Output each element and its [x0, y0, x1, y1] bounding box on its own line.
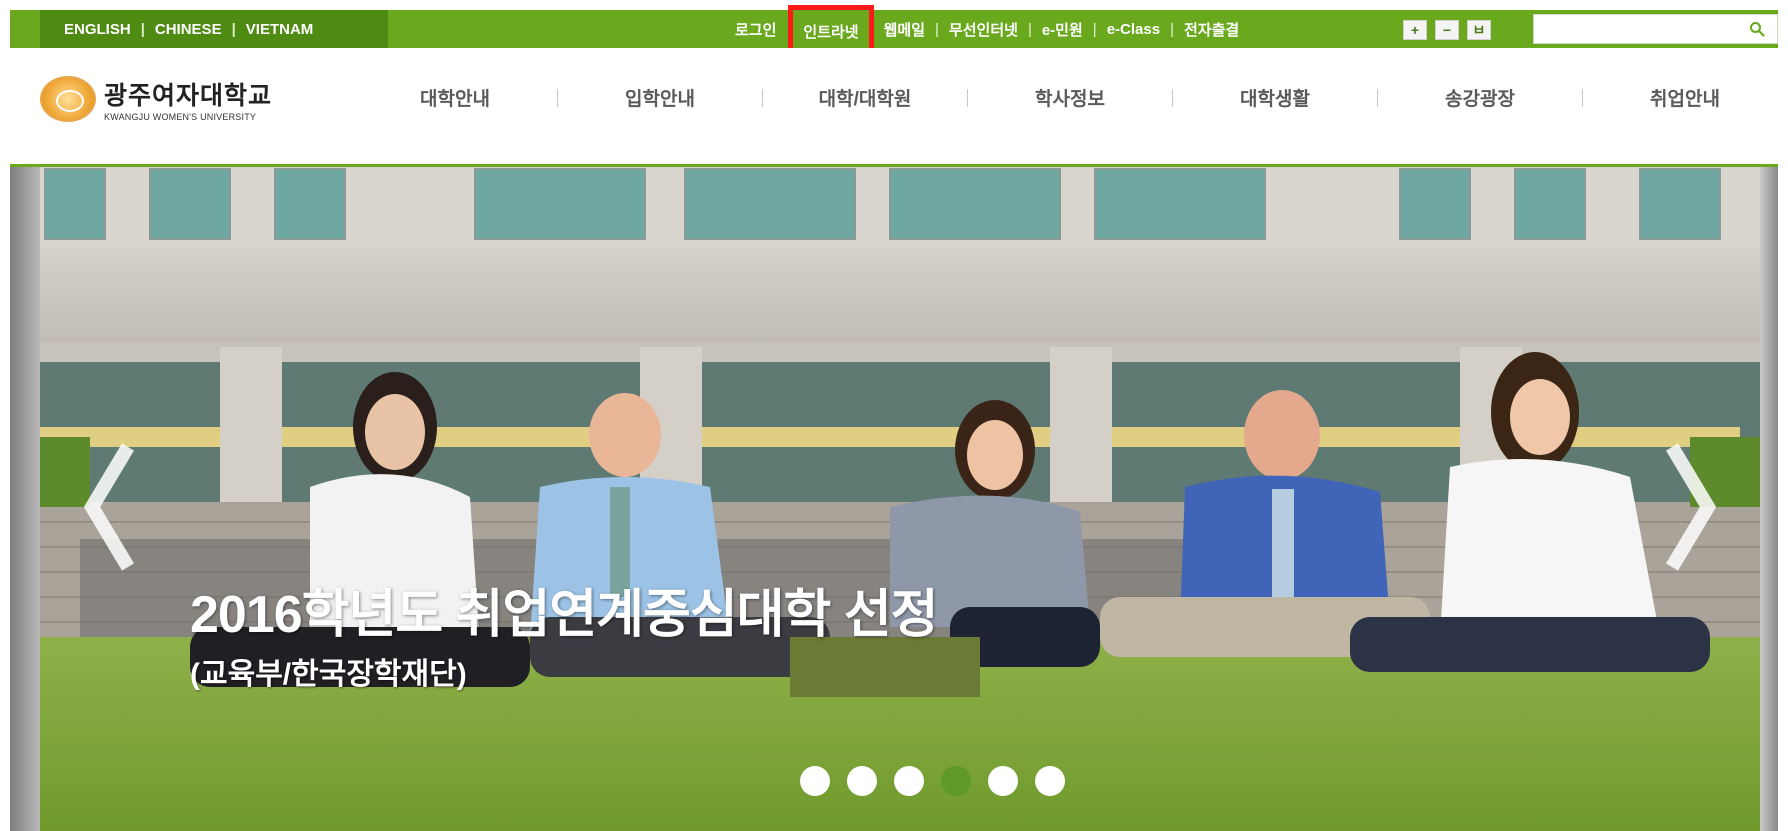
search-box	[1533, 14, 1778, 44]
emblem-icon	[40, 76, 96, 122]
hero-slider: 2016학년도 취업연계중심대학 선정 (교육부/한국장학재단)	[10, 167, 1778, 831]
slide-dot[interactable]	[894, 766, 924, 796]
e-minwon-link[interactable]: e-민원	[1042, 19, 1083, 40]
search-icon[interactable]	[1749, 21, 1765, 37]
nav-divider	[1377, 88, 1378, 107]
slide-dot[interactable]	[1035, 766, 1065, 796]
separator: |	[231, 20, 236, 38]
nav-divider	[762, 88, 763, 107]
slide-dot[interactable]	[800, 766, 830, 796]
slider-edge-right	[1760, 167, 1778, 831]
search-input[interactable]	[1534, 15, 1739, 43]
nav-divider	[1582, 88, 1583, 107]
nav-item-about[interactable]: 대학안내	[380, 84, 530, 111]
nav-item-careers[interactable]: 취업안내	[1610, 84, 1760, 111]
top-bar: ENGLISH | CHINESE | VIETNAM 로그인 인트라넷 웹메일…	[10, 5, 1778, 57]
slide-dot[interactable]	[847, 766, 877, 796]
slide-dot-active[interactable]	[941, 766, 971, 796]
site-header: 광주여자대학교 KWANGJU WOMEN'S UNIVERSITY 대학안내 …	[0, 48, 1788, 164]
hero-photo	[10, 167, 1778, 831]
nav-divider	[967, 88, 968, 107]
zoom-reset-button[interactable]: ㅂ	[1467, 20, 1491, 40]
separator: |	[1092, 20, 1097, 38]
nav-item-songgang-plaza[interactable]: 송강광장	[1405, 84, 1555, 111]
lang-chinese-link[interactable]: CHINESE	[155, 21, 222, 38]
e-class-link[interactable]: e-Class	[1107, 21, 1160, 38]
zoom-in-button[interactable]: +	[1403, 20, 1427, 40]
slide-title: 2016학년도 취업연계중심대학 선정	[190, 586, 938, 644]
slide-dot[interactable]	[988, 766, 1018, 796]
login-link[interactable]: 로그인	[735, 19, 776, 40]
lang-english-link[interactable]: ENGLISH	[64, 21, 131, 38]
e-attendance-link[interactable]: 전자출결	[1184, 19, 1239, 40]
slider-edge-left	[10, 167, 40, 831]
utility-links: 로그인 인트라넷 웹메일 | 무선인터넷 | e-민원 | e-Class | …	[735, 5, 1239, 57]
separator: |	[1027, 20, 1032, 38]
zoom-out-button[interactable]: −	[1435, 20, 1459, 40]
slide-pagination	[800, 766, 1065, 796]
nav-item-colleges[interactable]: 대학/대학원	[790, 84, 940, 111]
separator: |	[140, 20, 145, 38]
chevron-left-icon[interactable]	[80, 437, 140, 577]
university-logo[interactable]: 광주여자대학교 KWANGJU WOMEN'S UNIVERSITY	[40, 76, 272, 122]
nav-divider	[557, 88, 558, 107]
separator: |	[1170, 20, 1174, 38]
separator: |	[935, 20, 939, 38]
language-links: ENGLISH | CHINESE | VIETNAM	[40, 10, 388, 48]
nav-item-academics[interactable]: 학사정보	[995, 84, 1145, 111]
lang-vietnam-link[interactable]: VIETNAM	[246, 21, 314, 38]
nav-item-admission[interactable]: 입학안내	[585, 84, 735, 111]
logo-name-en: KWANGJU WOMEN'S UNIVERSITY	[104, 112, 257, 122]
logo-name-ko: 광주여자대학교	[104, 82, 273, 110]
nav-divider	[1172, 88, 1173, 107]
wifi-link[interactable]: 무선인터넷	[949, 19, 1018, 40]
slide-subtitle: (교육부/한국장학재단)	[190, 658, 467, 691]
webmail-link[interactable]: 웹메일	[884, 19, 925, 40]
font-size-tools: + − ㅂ	[1403, 20, 1491, 40]
slide-caption: 2016학년도 취업연계중심대학 선정 (교육부/한국장학재단)	[190, 572, 938, 693]
chevron-right-icon[interactable]	[1660, 437, 1720, 577]
main-nav: 대학안내 입학안내 대학/대학원 학사정보 대학생활 송강광장 취업안내	[380, 84, 1760, 111]
nav-item-campus-life[interactable]: 대학생활	[1200, 84, 1350, 111]
